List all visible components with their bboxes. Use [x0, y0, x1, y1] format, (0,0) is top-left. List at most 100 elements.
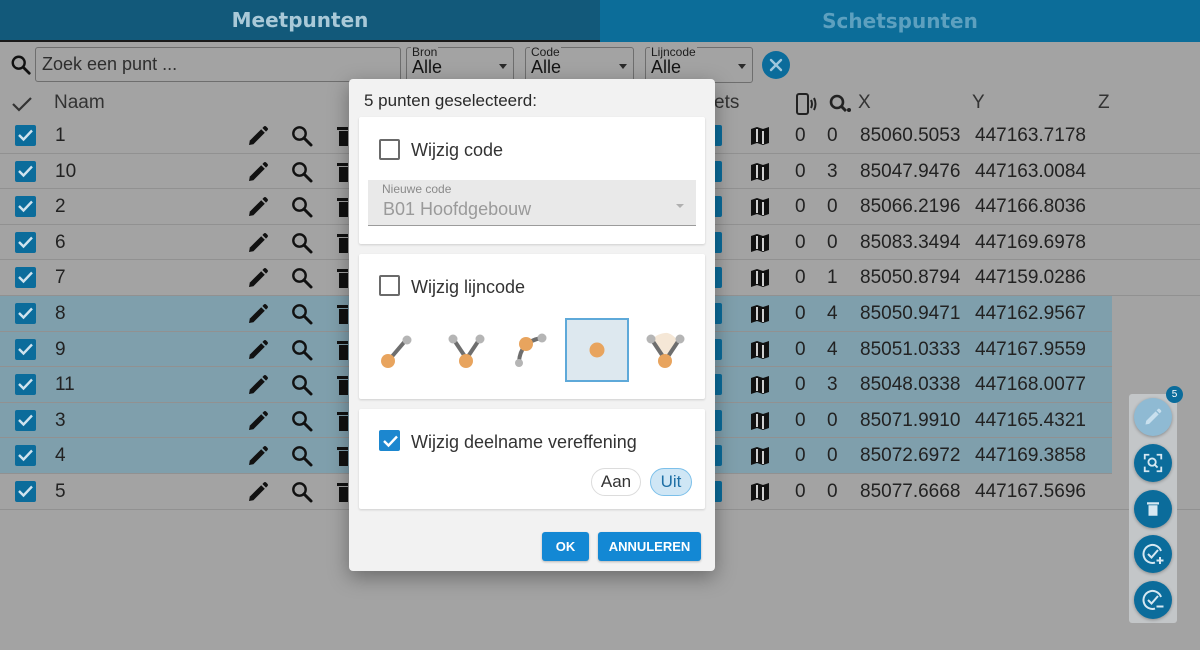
- row-naam: 3: [55, 409, 66, 431]
- delete-icon[interactable]: [334, 444, 348, 468]
- edit-icon[interactable]: [246, 338, 270, 362]
- device-signal-icon[interactable]: [794, 92, 818, 116]
- lijncode-line-middle-option[interactable]: [434, 318, 498, 382]
- cancel-button[interactable]: ANNULEREN: [598, 532, 701, 561]
- delete-icon: [1147, 502, 1159, 516]
- row-y: 447169.3858: [975, 445, 1086, 467]
- wijzig-deelname-checkbox[interactable]: [379, 430, 400, 451]
- lijncode-point-option[interactable]: [565, 318, 629, 382]
- bron-filter[interactable]: Bron Alle: [406, 45, 514, 83]
- map-icon[interactable]: [748, 444, 772, 468]
- delete-icon[interactable]: [334, 160, 348, 184]
- select-all-check-icon[interactable]: [10, 92, 34, 116]
- tab-meetpunten[interactable]: Meetpunten: [0, 0, 600, 42]
- code-filter[interactable]: Code Alle: [525, 45, 634, 83]
- zoom-icon[interactable]: [290, 373, 314, 397]
- delete-icon[interactable]: [334, 480, 348, 504]
- zoom-icon[interactable]: [290, 266, 314, 290]
- delete-icon[interactable]: [334, 266, 348, 290]
- zoom-icon[interactable]: [290, 338, 314, 362]
- nieuwe-code-select[interactable]: Nieuwe code B01 Hoofdgebouw: [368, 180, 696, 226]
- column-header-schets[interactable]: ets: [714, 92, 739, 114]
- delete-icon[interactable]: [334, 195, 348, 219]
- map-icon[interactable]: [748, 302, 772, 326]
- row-y: 447165.4321: [975, 409, 1086, 431]
- zoom-icon[interactable]: [290, 195, 314, 219]
- row-checkbox[interactable]: [15, 338, 36, 360]
- map-icon[interactable]: [748, 409, 772, 433]
- zoom-icon[interactable]: [290, 124, 314, 148]
- row-checkbox[interactable]: [15, 374, 36, 396]
- zoom-icon[interactable]: [290, 160, 314, 184]
- edit-icon: [1145, 408, 1162, 425]
- edit-icon[interactable]: [246, 160, 270, 184]
- edit-icon[interactable]: [246, 266, 270, 290]
- ok-button[interactable]: OK: [542, 532, 589, 561]
- select-remove-button[interactable]: [1134, 581, 1172, 619]
- point-icon: [589, 342, 605, 358]
- column-header-naam[interactable]: Naam: [54, 92, 105, 114]
- row-checkbox[interactable]: [15, 125, 36, 146]
- zoom-icon[interactable]: [290, 302, 314, 326]
- map-icon[interactable]: [748, 160, 772, 184]
- row-checkbox[interactable]: [15, 445, 36, 467]
- column-header-z[interactable]: Z: [1098, 92, 1110, 114]
- row-count-b: 0: [827, 196, 838, 218]
- lijncode-line-end-option[interactable]: [367, 318, 431, 382]
- delete-icon[interactable]: [334, 231, 348, 255]
- search-count-icon[interactable]: [828, 92, 852, 116]
- edit-icon[interactable]: [246, 231, 270, 255]
- edit-icon[interactable]: [246, 373, 270, 397]
- zoom-icon[interactable]: [290, 231, 314, 255]
- edit-selection-button[interactable]: [1134, 398, 1172, 436]
- row-checkbox[interactable]: [15, 480, 36, 502]
- wijzig-lijncode-checkbox[interactable]: [379, 275, 400, 296]
- aan-toggle[interactable]: Aan: [591, 468, 641, 496]
- map-icon[interactable]: [748, 480, 772, 504]
- lijncode-arc-option[interactable]: [500, 318, 564, 382]
- delete-icon[interactable]: [334, 338, 348, 362]
- row-checkbox[interactable]: [15, 302, 36, 324]
- row-x: 85083.3494: [860, 231, 961, 253]
- zoom-icon[interactable]: [290, 409, 314, 433]
- delete-selection-button[interactable]: [1134, 490, 1172, 528]
- chevron-down-icon: [738, 64, 746, 69]
- edit-icon[interactable]: [246, 444, 270, 468]
- lijncode-filter[interactable]: Lijncode Alle: [645, 45, 753, 83]
- edit-icon[interactable]: [246, 409, 270, 433]
- select-add-button[interactable]: [1134, 535, 1172, 573]
- map-icon[interactable]: [748, 195, 772, 219]
- row-count-a: 0: [795, 374, 806, 396]
- edit-icon[interactable]: [246, 302, 270, 326]
- tab-schetspunten[interactable]: Schetspunten: [600, 0, 1200, 42]
- map-icon[interactable]: [748, 266, 772, 290]
- row-checkbox[interactable]: [15, 160, 36, 182]
- map-icon[interactable]: [748, 373, 772, 397]
- zoom-selection-button[interactable]: [1134, 444, 1172, 482]
- zoom-icon[interactable]: [290, 444, 314, 468]
- edit-icon[interactable]: [246, 124, 270, 148]
- row-y: 447167.5696: [975, 480, 1086, 502]
- delete-icon[interactable]: [334, 124, 348, 148]
- map-icon[interactable]: [748, 231, 772, 255]
- clear-filters-button[interactable]: [762, 51, 790, 79]
- column-header-x[interactable]: X: [858, 92, 871, 114]
- search-input[interactable]: [35, 47, 401, 82]
- row-checkbox[interactable]: [15, 409, 36, 431]
- zoom-icon[interactable]: [290, 480, 314, 504]
- delete-icon[interactable]: [334, 373, 348, 397]
- row-checkbox[interactable]: [15, 231, 36, 253]
- delete-icon[interactable]: [334, 302, 348, 326]
- row-checkbox[interactable]: [15, 196, 36, 218]
- edit-icon[interactable]: [246, 480, 270, 504]
- column-header-y[interactable]: Y: [972, 92, 985, 114]
- uit-toggle[interactable]: Uit: [650, 468, 692, 496]
- edit-icon[interactable]: [246, 195, 270, 219]
- map-icon[interactable]: [748, 124, 772, 148]
- arc-icon: [515, 333, 547, 367]
- delete-icon[interactable]: [334, 409, 348, 433]
- lijncode-fan-option[interactable]: [633, 318, 697, 382]
- map-icon[interactable]: [748, 338, 772, 362]
- row-checkbox[interactable]: [15, 267, 36, 289]
- wijzig-code-checkbox[interactable]: [379, 139, 400, 160]
